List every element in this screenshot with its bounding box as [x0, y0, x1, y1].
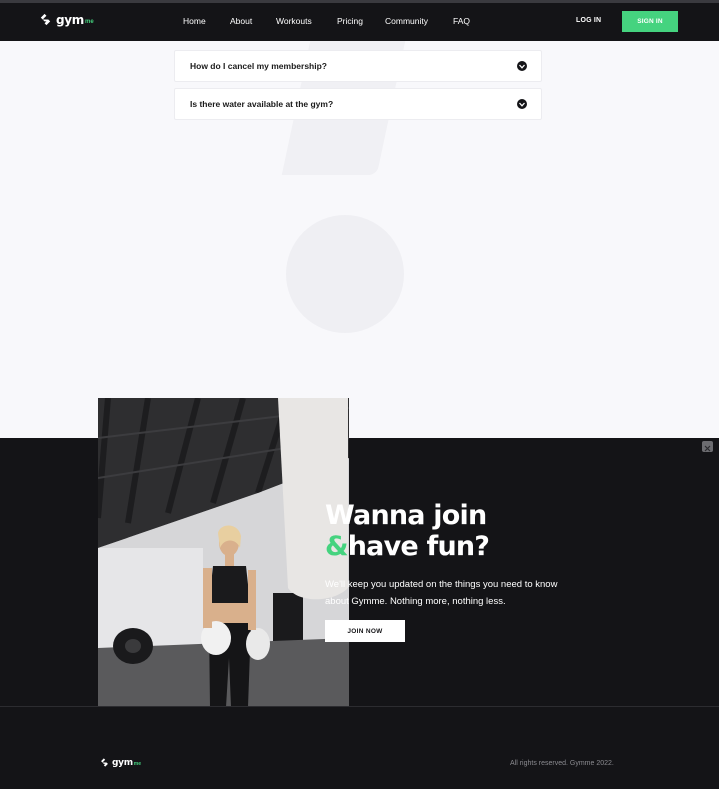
- cta-heading-line1: Wanna join: [325, 500, 487, 531]
- faq-question: How do I cancel my membership?: [190, 61, 327, 71]
- nav-link-pricing[interactable]: Pricing: [337, 16, 363, 26]
- cta-heading: Wanna join &have fun?: [325, 500, 490, 562]
- cta-heading-ampersand: &: [325, 531, 349, 562]
- cta-heading-line2: have fun?: [347, 531, 490, 562]
- top-navbar: gym me Home About Workouts Pricing Commu…: [0, 3, 719, 41]
- chevron-down-icon[interactable]: [517, 61, 527, 71]
- nav-link-community[interactable]: Community: [385, 16, 428, 26]
- footer-logo[interactable]: gym me: [99, 757, 141, 768]
- copyright-text: All rights reserved. Gymme 2022.: [510, 760, 614, 767]
- faq-item[interactable]: How do I cancel my membership?: [174, 50, 542, 82]
- faq-section: How do I cancel my membership? Is there …: [0, 41, 719, 438]
- nav-link-about[interactable]: About: [230, 16, 252, 26]
- faq-item[interactable]: Is there water available at the gym?: [174, 88, 542, 120]
- login-link[interactable]: LOG IN: [576, 17, 601, 24]
- join-now-button[interactable]: JOIN NOW: [325, 620, 405, 642]
- nav-link-home[interactable]: Home: [183, 16, 206, 26]
- footer-brand-suffix: me: [133, 761, 142, 767]
- hero-photo-woman-boxing: [98, 398, 349, 707]
- footer-divider: [0, 706, 719, 707]
- chevron-down-icon[interactable]: [517, 99, 527, 109]
- cta-description: We'll keep you updated on the things you…: [325, 579, 558, 607]
- footer-brand-name: gym: [112, 757, 133, 768]
- faq-question: Is there water available at the gym?: [190, 99, 334, 109]
- logo-mark-icon: [101, 758, 108, 767]
- main-nav: Home About Workouts Pricing Community FA…: [0, 3, 719, 41]
- close-icon[interactable]: [702, 441, 713, 452]
- signin-button[interactable]: SIGN IN: [622, 11, 678, 32]
- nav-link-faq[interactable]: FAQ: [453, 16, 470, 26]
- nav-link-workouts[interactable]: Workouts: [276, 16, 312, 26]
- decorative-question-dot: [286, 215, 404, 333]
